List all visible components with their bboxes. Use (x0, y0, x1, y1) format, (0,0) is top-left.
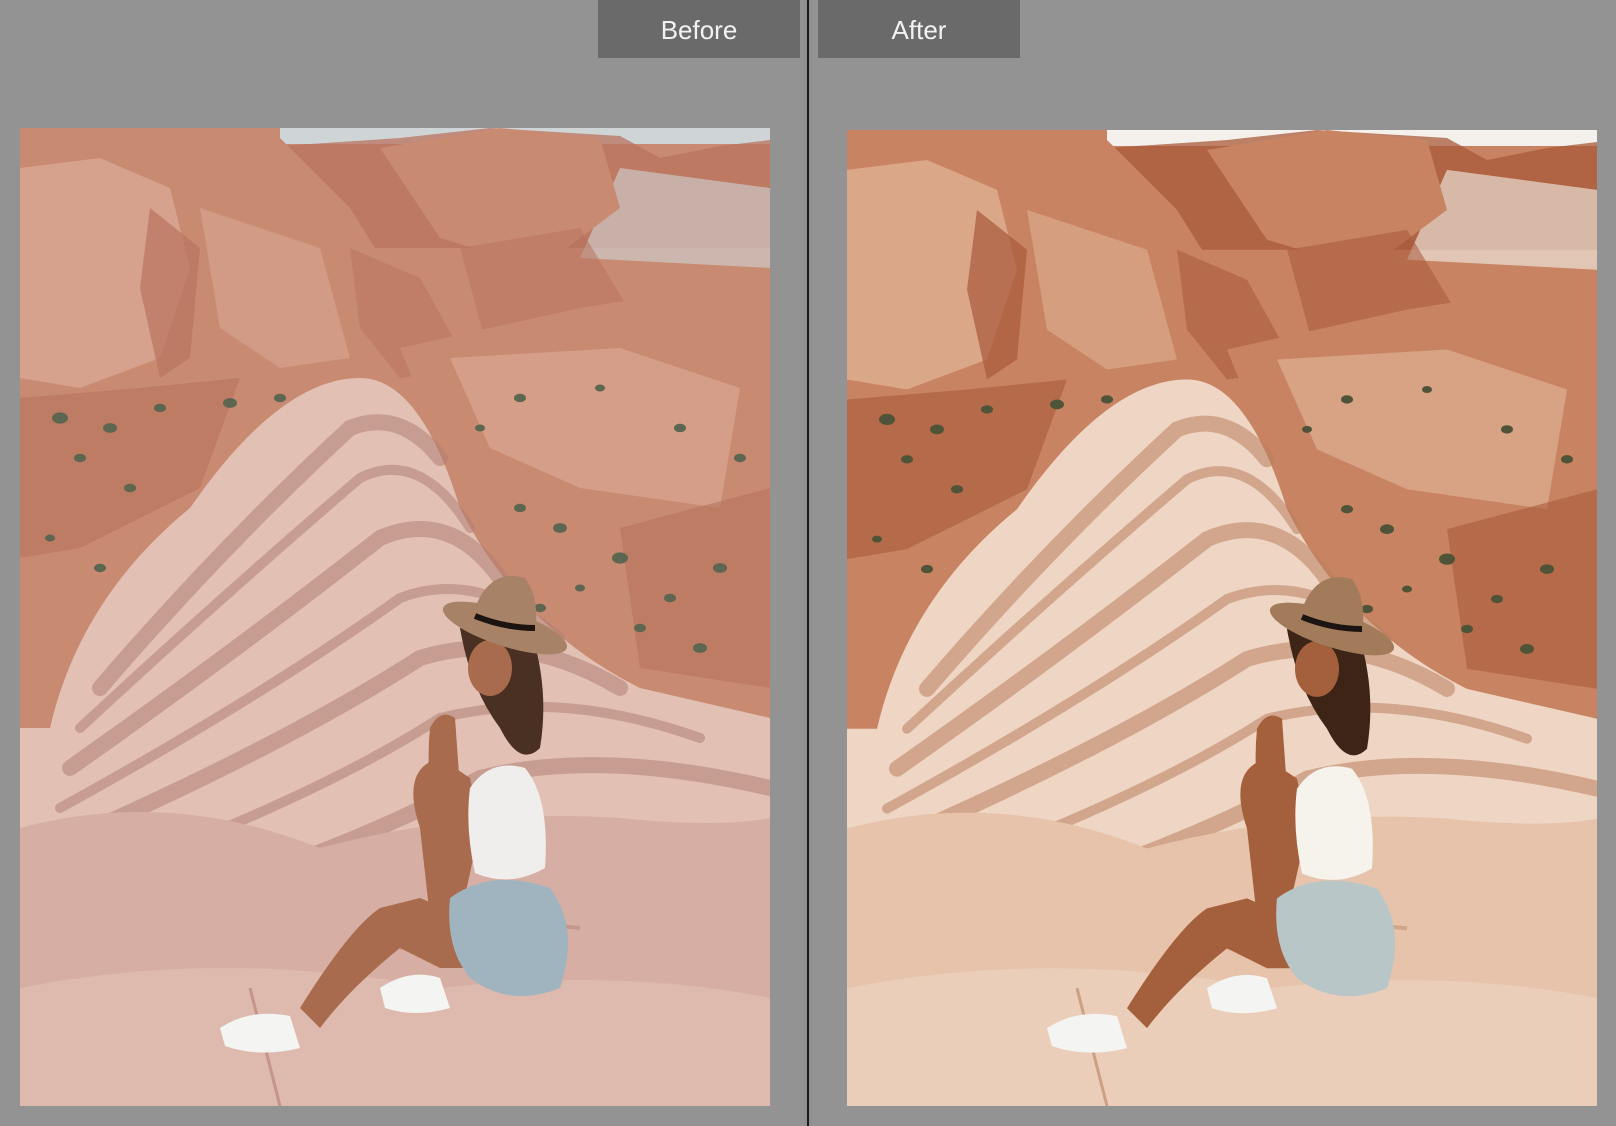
after-shrub-9 (921, 564, 933, 574)
after-tab[interactable]: After (818, 0, 1020, 58)
before-shrub-16 (634, 623, 646, 633)
after-shrub-2 (981, 405, 993, 414)
split-divider[interactable] (804, 0, 812, 1126)
before-shrub-12 (612, 552, 628, 564)
after-shrub-22 (1422, 385, 1432, 393)
after-shrub-8 (872, 535, 882, 543)
before-shrub-3 (223, 398, 237, 408)
after-pane: After (812, 0, 1616, 1126)
before-shrub-11 (553, 523, 567, 533)
after-shrub-11 (1380, 524, 1394, 535)
after-shrub-4 (1101, 395, 1113, 404)
after-shrub-19 (1561, 455, 1573, 464)
before-shrub-23 (674, 423, 686, 433)
before-tank-top (468, 765, 546, 880)
before-shrub-22 (595, 384, 605, 392)
after-shrub-14 (1540, 564, 1554, 574)
after-shrub-6 (901, 455, 913, 464)
after-shrub-7 (951, 485, 963, 494)
before-tab[interactable]: Before (598, 0, 800, 58)
before-shrub-8 (45, 534, 55, 542)
before-shrub-21 (514, 393, 526, 403)
before-shrub-13 (664, 593, 676, 603)
before-pane: Before (0, 0, 804, 1126)
after-shrub-1 (930, 424, 944, 435)
after-shrub-10 (1341, 505, 1353, 514)
before-shrub-7 (124, 483, 136, 493)
after-face (1295, 640, 1339, 697)
before-shrub-1 (103, 423, 117, 433)
before-shrub-19 (734, 453, 746, 463)
before-shrub-10 (514, 503, 526, 513)
before-face (468, 640, 512, 696)
before-shrub-9 (94, 563, 106, 573)
before-shrub-2 (154, 403, 166, 413)
after-shrub-15 (1402, 585, 1412, 593)
before-shrub-15 (575, 584, 585, 592)
after-shrub-3 (1050, 399, 1064, 410)
after-shrub-23 (1501, 425, 1513, 434)
before-photo (20, 128, 770, 1106)
after-shrub-13 (1491, 594, 1503, 604)
before-shrub-14 (713, 563, 727, 573)
after-shrub-12 (1439, 553, 1455, 565)
after-shrub-17 (1520, 644, 1534, 654)
after-tank-top (1295, 766, 1373, 880)
after-photo (847, 130, 1597, 1106)
before-shrub-0 (52, 412, 68, 424)
after-scene (847, 130, 1597, 1106)
after-shrub-20 (1302, 425, 1312, 433)
before-shrub-17 (693, 643, 707, 653)
before-shrub-4 (274, 393, 286, 403)
after-shrub-21 (1341, 395, 1353, 404)
before-shrub-20 (475, 424, 485, 432)
after-shrub-16 (1461, 624, 1473, 634)
after-shrub-0 (879, 413, 895, 425)
before-shrub-6 (74, 453, 86, 463)
before-scene (20, 128, 770, 1106)
